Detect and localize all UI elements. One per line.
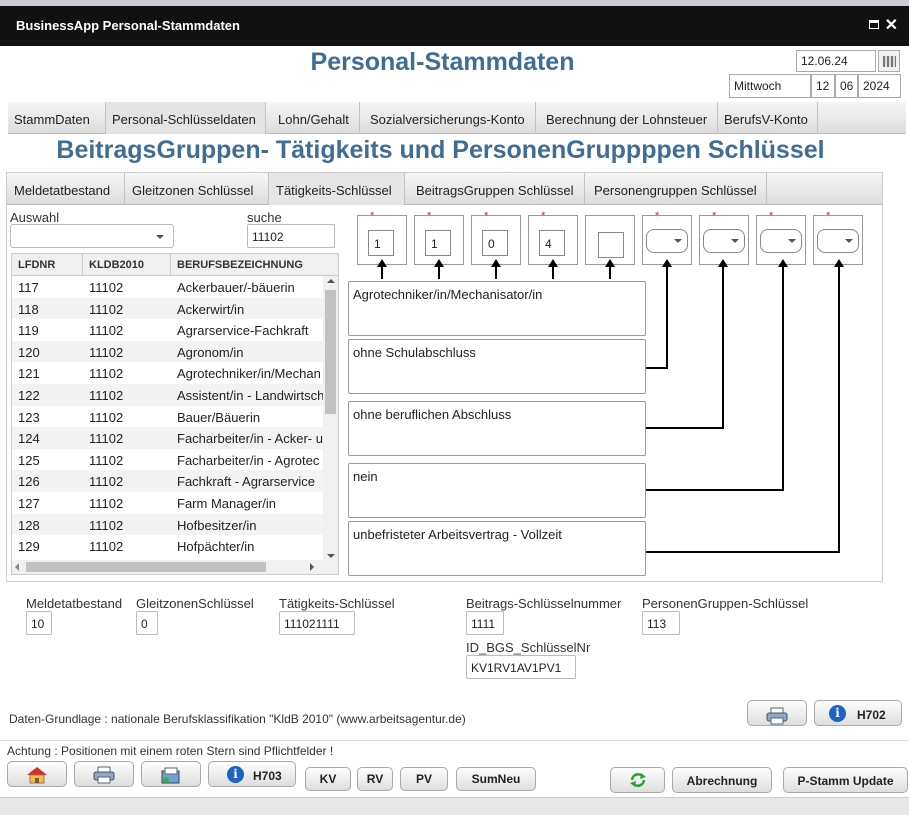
page-title: Personal-Stammdaten [310,48,575,76]
gleitzonen-label: GleitzonenSchlüssel [136,596,254,611]
weekday-field: Mittwoch [729,74,811,98]
id-bgs-field[interactable]: KV1RV1AV1PV1 [466,655,576,679]
source-note: Daten-Grundlage : nationale Berufsklassi… [9,712,466,726]
meldetatbestand-field[interactable]: 10 [26,611,52,635]
maximize-icon[interactable] [869,20,879,29]
rv-button[interactable]: RV [357,767,393,791]
print-button-2[interactable] [74,761,134,787]
description-arbeitnehmerueberlassung[interactable]: nein [348,463,646,518]
divider [0,740,909,741]
info-icon: i [227,766,244,783]
main-tabbar: StammDaten Personal-Schlüsseldaten Lohn/… [8,102,906,134]
description-vertragsform[interactable]: unbefristeter Arbeitsvertrag - Vollzeit [348,521,646,576]
export-button[interactable] [141,761,201,787]
tab-sozialversicherungs-konto[interactable]: Sozialversicherungs-Konto [364,102,536,134]
beitrag-label: Beitrags-Schlüsselnummer [466,596,622,611]
date-field[interactable]: 12.06.24 [796,50,876,72]
year-field: 2024 [858,74,901,98]
key-panel: Meldetatbestand Gleitzonen Schlüssel Tät… [6,172,883,582]
info-icon: i [829,705,846,722]
beitrag-field[interactable]: 1111 [466,611,504,635]
personen-field[interactable]: 113 [642,611,680,635]
description-schulabschluss[interactable]: ohne Schulabschluss [348,339,646,394]
home-icon [27,767,47,784]
calendar-icon [883,56,896,67]
help-button-h703-label: H703 [253,769,282,783]
app-window: BusinessApp Personal-Stammdaten ✕ Person… [0,6,909,815]
description-taetigkeit[interactable]: Agrotechniker/in/Mechanisator/in [348,281,646,336]
tab-stammdaten[interactable]: StammDaten [8,102,106,134]
id-bgs-label: ID_BGS_SchlüsselNr [466,640,591,655]
status-bar [0,797,909,815]
sumneu-button[interactable]: SumNeu [456,767,536,791]
help-button-h702[interactable]: i H702 [814,700,902,726]
window-title: BusinessApp Personal-Stammdaten [16,18,240,33]
close-icon[interactable]: ✕ [885,15,898,35]
personen-label: PersonenGruppen-Schlüssel [642,596,809,611]
tab-berechnung-lohnsteuer[interactable]: Berechnung der Lohnsteuer [540,102,718,134]
calendar-button[interactable] [878,50,900,72]
tab-personal-schluesseldaten[interactable]: Personal-Schlüsseldaten [106,102,266,134]
taetigkeit-label: Tätigkeits-Schlüssel [279,596,395,611]
day-field: 12 [811,74,835,98]
printer-icon [93,766,115,784]
tab-berufsv-konto[interactable]: BerufsV-Konto [718,102,818,134]
tab-lohn-gehalt[interactable]: Lohn/Gehalt [272,102,360,134]
kv-button[interactable]: KV [305,767,351,791]
refresh-icon [629,773,646,787]
required-fields-warning: Achtung : Positionen mit einem roten Ste… [7,744,334,758]
window-titlebar: BusinessApp Personal-Stammdaten ✕ [0,6,909,46]
print-button-1[interactable] [747,700,807,726]
printer-icon [766,707,788,725]
pstamm-update-button[interactable]: P-Stamm Update [783,767,908,793]
pv-button[interactable]: PV [400,767,448,791]
month-field: 06 [835,74,858,98]
help-button-h703[interactable]: i H703 [208,761,296,787]
home-button[interactable] [7,761,67,787]
abrechnung-button[interactable]: Abrechnung [672,767,772,793]
help-button-h702-label: H702 [857,708,886,722]
taetigkeit-field[interactable]: 111021111 [279,611,355,635]
gleitzonen-field[interactable]: 0 [136,611,158,635]
folder-export-icon [161,767,180,784]
description-berufsabschluss[interactable]: ohne beruflichen Abschluss [348,401,646,456]
meldetatbestand-label: Meldetatbestand [26,596,123,611]
section-title: BeitragsGruppen- Tätigkeits und Personen… [56,136,825,164]
refresh-button[interactable] [610,767,665,793]
